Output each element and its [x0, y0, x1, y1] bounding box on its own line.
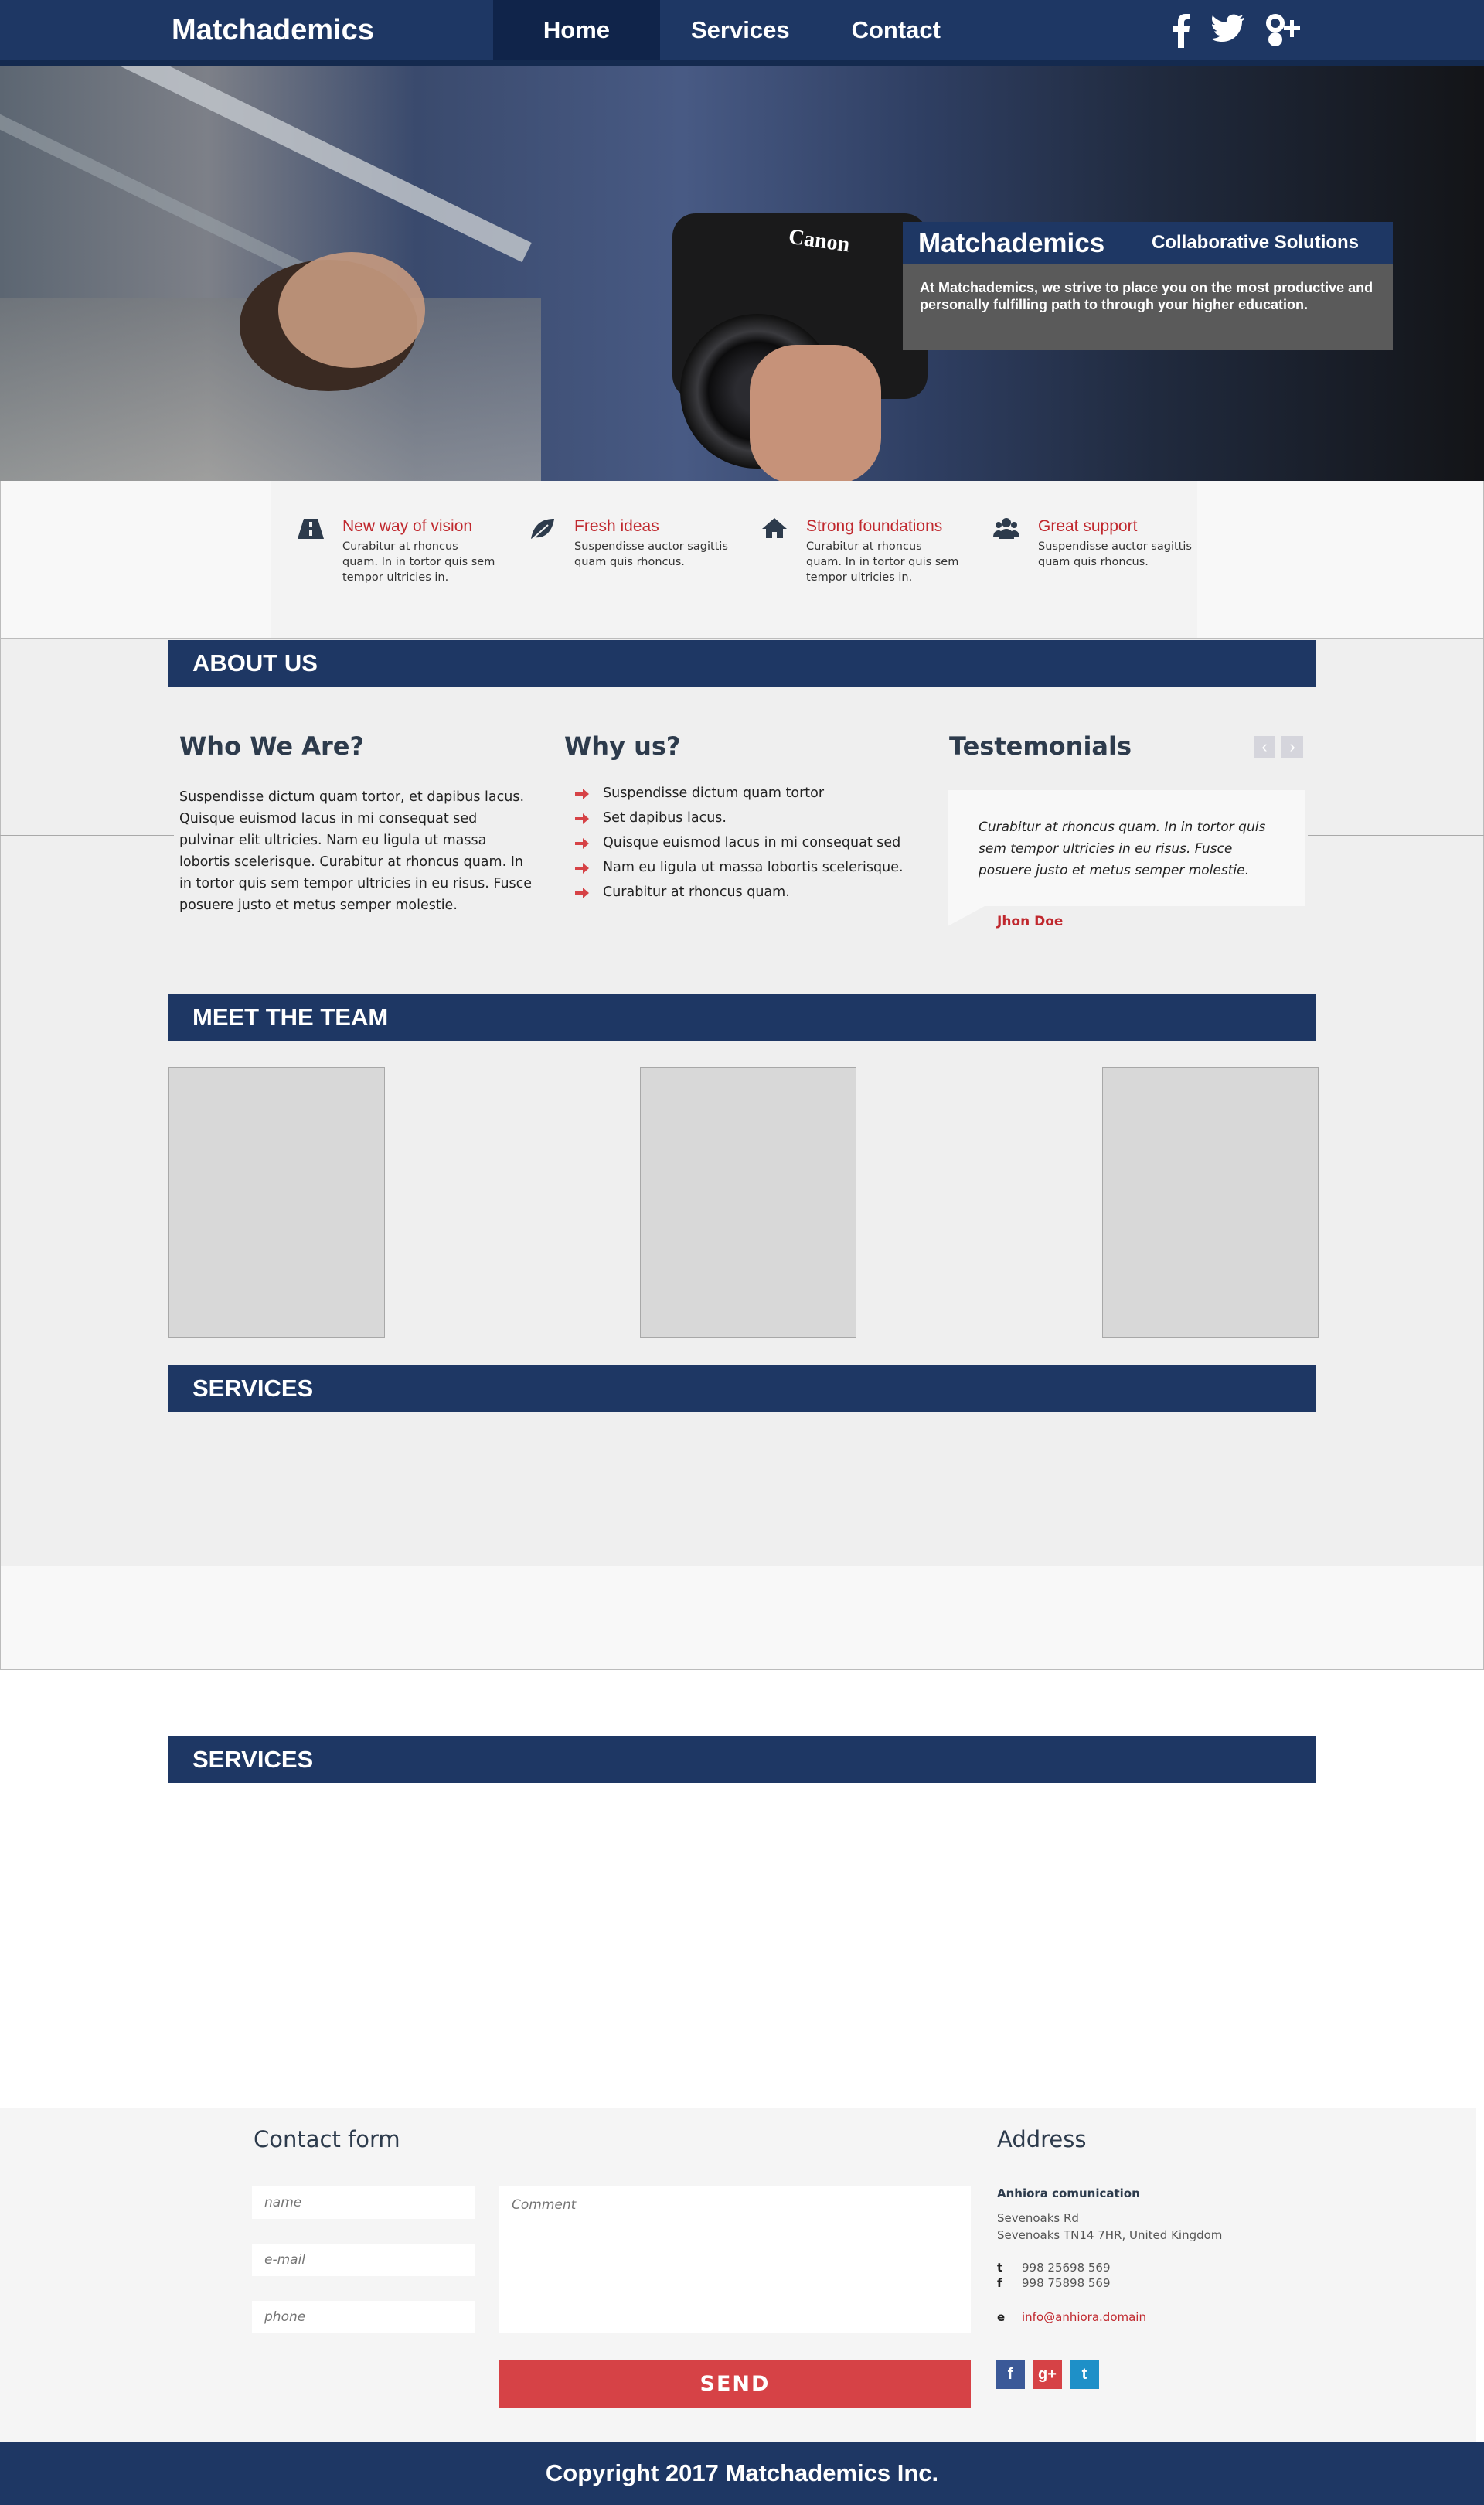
- feature-text: Curabitur at rhoncus quam. In in tortor …: [806, 540, 959, 584]
- feature-title: Fresh ideas: [574, 517, 659, 535]
- list-item: Curabitur at rhoncus quam.: [575, 884, 904, 909]
- feature-title: Strong foundations: [806, 517, 943, 535]
- who-text: Suspendisse dictum quam tortor, et dapib…: [179, 789, 533, 913]
- features-inner: New way of vision Curabitur at rhoncus q…: [271, 481, 1197, 638]
- team-member-photo[interactable]: [1102, 1067, 1319, 1338]
- arrow-right-icon: [575, 888, 589, 898]
- arrow-right-icon: [575, 789, 589, 799]
- brand-logo[interactable]: Matchademics: [172, 14, 374, 47]
- google-plus-button[interactable]: g+: [1033, 2360, 1062, 2389]
- phone-field[interactable]: [252, 2301, 475, 2333]
- twitter-button[interactable]: t: [1070, 2360, 1099, 2389]
- list-item: Suspendisse dictum quam tortor: [575, 786, 904, 810]
- services-bar: SERVICES: [168, 1365, 1316, 1412]
- quote-tail: [948, 906, 985, 926]
- feature-title: New way of vision: [342, 517, 473, 535]
- why-item-text: Set dapibus lacus.: [603, 810, 727, 826]
- services-bar-secondary: SERVICES: [168, 1736, 1316, 1783]
- send-button[interactable]: SEND: [499, 2360, 971, 2408]
- road-icon: [298, 519, 324, 539]
- why-title: Why us?: [564, 731, 681, 761]
- features-strip: New way of vision Curabitur at rhoncus q…: [0, 481, 1484, 639]
- google-plus-icon[interactable]: [1264, 14, 1302, 48]
- testimonials-title: Testemonials: [949, 731, 1132, 761]
- testimonial-quote: Curabitur at rhoncus quam. In in tortor …: [948, 790, 1305, 906]
- twitter-icon[interactable]: [1210, 14, 1244, 48]
- fax-value: 998 75898 569: [1022, 2276, 1111, 2290]
- hero-box-text: At Matchademics, we strive to place you …: [920, 280, 1373, 312]
- hero-photo-hand: [278, 252, 425, 368]
- arrow-right-icon: [575, 838, 589, 849]
- why-item-text: Curabitur at rhoncus quam.: [603, 884, 790, 900]
- feature-title: Great support: [1038, 517, 1138, 535]
- team-member-photo[interactable]: [640, 1067, 856, 1338]
- hero-box-title: Matchademics: [918, 228, 1105, 258]
- feature-text: Suspendisse auctor sagittis quam quis rh…: [1038, 540, 1192, 568]
- list-item: Set dapibus lacus.: [575, 810, 904, 835]
- why-item-text: Suspendisse dictum quam tortor: [603, 786, 825, 801]
- facebook-button[interactable]: f: [996, 2360, 1025, 2389]
- divider-line: [0, 835, 174, 836]
- hero-info-box: Matchademics Collaborative Solutions At …: [903, 222, 1393, 350]
- phone-value: 998 25698 569: [1022, 2261, 1111, 2275]
- home-icon: [762, 518, 787, 538]
- comment-field[interactable]: [499, 2186, 971, 2333]
- arrow-right-icon: [575, 813, 589, 824]
- top-navbar: Matchademics Home Services Contact: [0, 0, 1484, 66]
- who-title: Who We Are?: [179, 731, 365, 761]
- social-links: [1172, 14, 1302, 48]
- fax-label: f: [997, 2276, 1002, 2290]
- company-name: Anhiora comunication: [997, 2186, 1140, 2200]
- testimonial-prev-button[interactable]: ‹: [1254, 736, 1275, 758]
- nav-contact-link[interactable]: Contact: [821, 0, 972, 60]
- address-line: Sevenoaks TN14 7HR, United Kingdom: [997, 2228, 1223, 2242]
- nav-home-link[interactable]: Home: [493, 0, 660, 60]
- why-item-text: Nam eu ligula ut massa lobortis sceleris…: [603, 860, 904, 875]
- divider-line: [1308, 835, 1484, 836]
- why-list: Suspendisse dictum quam tortor Set dapib…: [575, 786, 904, 909]
- list-item: Nam eu ligula ut massa lobortis sceleris…: [575, 860, 904, 884]
- arrow-right-icon: [575, 863, 589, 874]
- email-field[interactable]: [252, 2244, 475, 2276]
- email-label: e: [997, 2310, 1006, 2324]
- feature-text: Curabitur at rhoncus quam. In in tortor …: [342, 540, 495, 584]
- hero-photo-hand: [750, 345, 881, 481]
- why-item-text: Quisque euismod lacus in mi consequat se…: [603, 835, 901, 850]
- contact-form-title: Contact form: [254, 2126, 400, 2152]
- facebook-icon[interactable]: [1172, 14, 1190, 48]
- hero-box-subtitle: Collaborative Solutions: [1152, 232, 1360, 253]
- meet-team-bar: MEET THE TEAM: [168, 994, 1316, 1041]
- main-menu: Home Services Contact: [493, 0, 972, 60]
- phone-label: t: [997, 2261, 1003, 2275]
- hero-box-header: Matchademics Collaborative Solutions: [903, 222, 1393, 264]
- about-us-bar: ABOUT US: [168, 640, 1316, 687]
- testimonial-next-button[interactable]: ›: [1281, 736, 1303, 758]
- nav-services-link[interactable]: Services: [660, 0, 821, 60]
- feature-text: Suspendisse auctor sagittis quam quis rh…: [574, 540, 728, 568]
- address-line: Sevenoaks Rd: [997, 2211, 1079, 2225]
- lower-band: [0, 1566, 1484, 1670]
- address-title: Address: [997, 2126, 1087, 2152]
- leaf-icon: [531, 519, 554, 540]
- copyright-footer: Copyright 2017 Matchademics Inc.: [0, 2442, 1484, 2505]
- users-icon: [993, 518, 1019, 539]
- email-link[interactable]: info@anhiora.domain: [1022, 2310, 1146, 2324]
- team-member-photo[interactable]: [168, 1067, 385, 1338]
- list-item: Quisque euismod lacus in mi consequat se…: [575, 835, 904, 860]
- name-field[interactable]: [252, 2186, 475, 2219]
- testimonial-author: Jhon Doe: [997, 914, 1064, 929]
